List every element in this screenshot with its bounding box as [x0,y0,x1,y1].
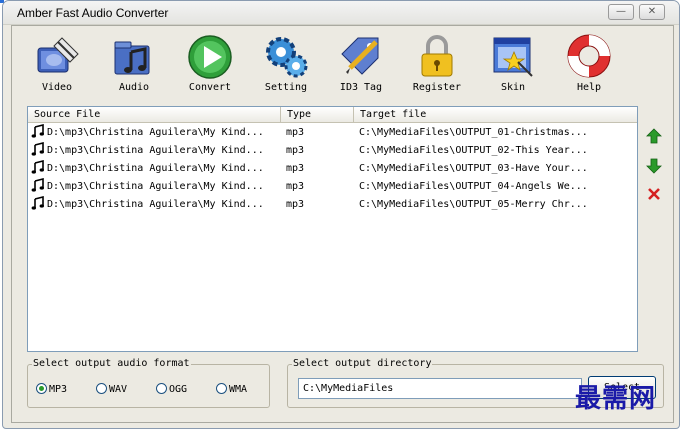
music-note-icon [31,196,44,210]
video-icon [37,37,79,73]
help-label: Help [576,82,602,93]
music-note-icon [31,124,44,138]
convert-tool-button[interactable]: Convert [180,30,240,98]
remove-button[interactable] [646,186,662,202]
music-note-icon [31,142,44,156]
type-cell: mp3 [286,181,305,192]
gear-icon [266,37,308,78]
lock-icon [421,35,453,77]
table-row[interactable]: D:\mp3\Christina Aguilera\My Kind... mp3… [28,142,637,160]
music-note-icon [31,160,44,174]
type-cell: mp3 [286,199,305,210]
table-row[interactable]: D:\mp3\Christina Aguilera\My Kind... mp3… [28,124,637,142]
move-down-button[interactable] [646,158,662,174]
video-tool-button[interactable]: Video [27,30,87,98]
arrow-down-icon [646,158,662,174]
source-cell: D:\mp3\Christina Aguilera\My Kind... [31,160,281,178]
type-cell: mp3 [286,127,305,138]
target-cell: C:\MyMediaFiles\OUTPUT_02-This Year... [359,145,588,156]
radio-button[interactable] [156,383,167,394]
radio-mp3-label: MP3 [49,384,68,395]
audio-tool-button[interactable]: Audio [104,30,164,98]
source-cell: D:\mp3\Christina Aguilera\My Kind... [31,142,281,160]
target-cell: C:\MyMediaFiles\OUTPUT_03-Have Your... [359,163,588,174]
lifebuoy-icon [567,34,611,78]
title-bar: Amber Fast Audio Converter — ✕ [3,1,679,25]
tag-pencil-icon [341,37,379,75]
audio-label: Audio [118,82,150,93]
format-group: Select output audio format MP3 WAV OGG W… [27,358,270,408]
radio-ogg[interactable]: OGG [156,383,187,397]
toolbar: Video Audio Convert Setting ID3 Tag Regi… [14,30,614,98]
target-cell: C:\MyMediaFiles\OUTPUT_05-Merry Chr... [359,199,588,210]
close-button[interactable]: ✕ [639,4,665,20]
setting-tool-button[interactable]: Setting [256,30,316,98]
source-path: D:\mp3\Christina Aguilera\My Kind... [47,127,264,138]
convert-label: Convert [188,82,232,93]
source-cell: D:\mp3\Christina Aguilera\My Kind... [31,196,281,214]
window-title: Amber Fast Audio Converter [17,6,169,20]
file-list[interactable]: Source File Type Target file D:\mp3\Chri… [27,106,638,352]
list-header: Source File Type Target file [28,107,637,123]
id3tag-label: ID3 Tag [339,82,383,93]
column-header-type[interactable]: Type [281,107,354,123]
audio-icon [114,41,150,75]
radio-button[interactable] [216,383,227,394]
setting-label: Setting [264,82,308,93]
skin-label: Skin [500,82,526,93]
minimize-button[interactable]: — [608,4,634,20]
remove-x-icon [648,188,660,200]
move-up-button[interactable] [646,128,662,144]
radio-button[interactable] [96,383,107,394]
skin-tool-button[interactable]: Skin [483,30,543,98]
watermark-text: 最需网 [575,384,657,414]
column-header-source[interactable]: Source File [28,107,281,123]
directory-legend: Select output directory [292,358,433,369]
column-header-target[interactable]: Target file [354,107,636,123]
radio-ogg-label: OGG [169,384,188,395]
radio-mp3[interactable]: MP3 [36,383,67,397]
video-label: Video [41,82,73,93]
type-cell: mp3 [286,163,305,174]
format-legend: Select output audio format [32,358,191,369]
target-cell: C:\MyMediaFiles\OUTPUT_04-Angels We... [359,181,588,192]
table-row[interactable]: D:\mp3\Christina Aguilera\My Kind... mp3… [28,160,637,178]
output-directory-input[interactable]: C:\MyMediaFiles [298,378,582,399]
table-row[interactable]: D:\mp3\Christina Aguilera\My Kind... mp3… [28,196,637,214]
source-path: D:\mp3\Christina Aguilera\My Kind... [47,145,264,156]
target-cell: C:\MyMediaFiles\OUTPUT_01-Christmas... [359,127,588,138]
register-tool-button[interactable]: Register [407,30,467,98]
type-cell: mp3 [286,145,305,156]
music-note-icon [31,178,44,192]
radio-wma-label: WMA [229,384,248,395]
arrow-up-icon [646,128,662,144]
source-path: D:\mp3\Christina Aguilera\My Kind... [47,163,264,174]
radio-wav-label: WAV [109,384,128,395]
id3tag-tool-button[interactable]: ID3 Tag [331,30,391,98]
radio-button-checked[interactable] [36,383,47,394]
table-row[interactable]: D:\mp3\Christina Aguilera\My Kind... mp3… [28,178,637,196]
source-cell: D:\mp3\Christina Aguilera\My Kind... [31,178,281,196]
source-cell: D:\mp3\Christina Aguilera\My Kind... [31,124,281,142]
register-label: Register [412,82,462,93]
play-convert-icon [188,35,232,79]
help-tool-button[interactable]: Help [559,30,619,98]
radio-wav[interactable]: WAV [96,383,127,397]
source-path: D:\mp3\Christina Aguilera\My Kind... [47,199,264,210]
skin-window-icon [493,37,533,77]
radio-wma[interactable]: WMA [216,383,247,397]
source-path: D:\mp3\Christina Aguilera\My Kind... [47,181,264,192]
